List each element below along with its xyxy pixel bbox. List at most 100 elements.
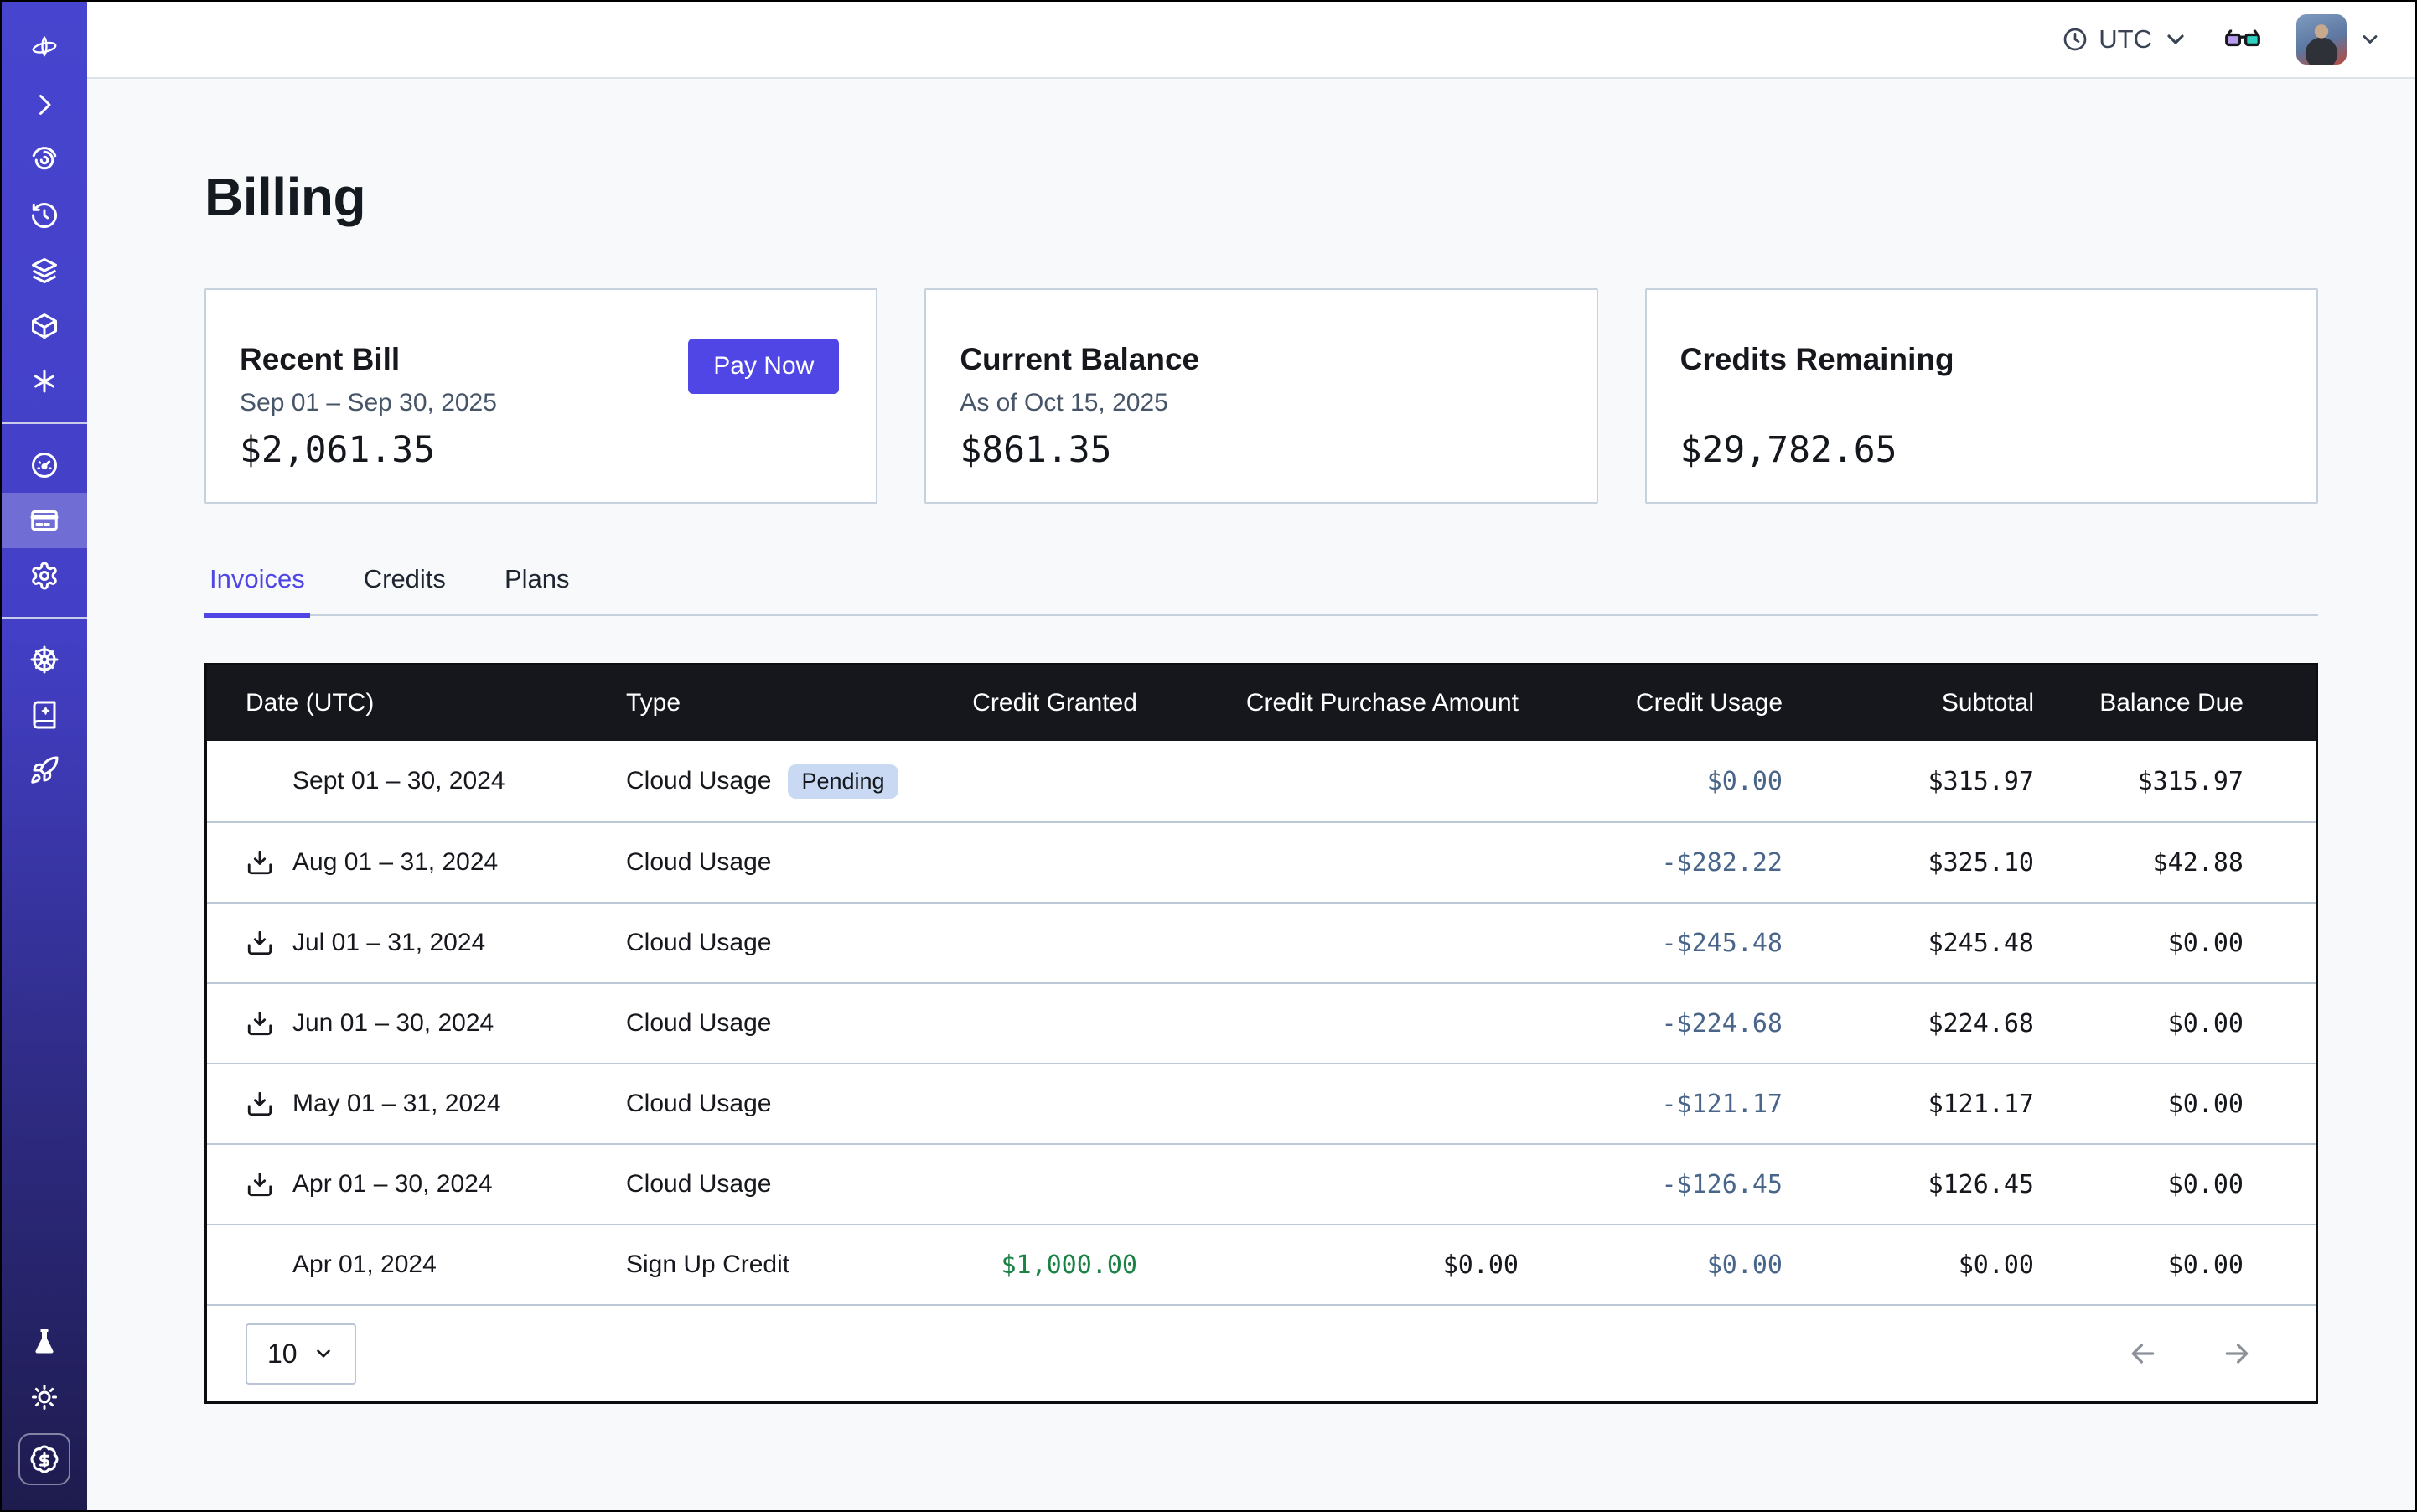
table-row: Sept 01 – 30, 2024 Cloud Usage Pending $… <box>207 741 2316 821</box>
glasses-icon <box>2224 21 2261 58</box>
cell-balance-due: $42.88 <box>2034 848 2244 878</box>
cell-subtotal: $0.00 <box>1783 1251 2034 1280</box>
column-header-balance-due: Balance Due <box>2034 689 2244 717</box>
invoice-date: Apr 01 – 30, 2024 <box>292 1170 493 1199</box>
cell-subtotal: $325.10 <box>1783 848 2034 878</box>
invoice-date-cell: Aug 01 – 31, 2024 <box>207 848 626 877</box>
sun-icon <box>29 1382 60 1412</box>
page-size-value: 10 <box>267 1339 298 1370</box>
download-icon[interactable] <box>246 848 274 877</box>
gauge-icon <box>29 450 60 480</box>
cell-subtotal: $224.68 <box>1783 1009 2034 1038</box>
download-icon[interactable] <box>246 1170 274 1199</box>
pay-now-button[interactable]: Pay Now <box>688 339 839 394</box>
card-title: Credits Remaining <box>1680 342 2283 377</box>
invoice-type: Sign Up Credit <box>626 1251 789 1279</box>
sidebar-item-credits[interactable] <box>18 1433 70 1485</box>
cell-credit-usage: -$245.48 <box>1519 929 1783 958</box>
cube-icon <box>29 311 60 341</box>
sidebar-item-docs[interactable] <box>2 687 87 743</box>
cell-subtotal: $121.17 <box>1783 1090 2034 1119</box>
download-icon[interactable] <box>246 929 274 957</box>
billing-tabs: Invoices Credits Plans <box>204 559 2318 616</box>
sidebar-item-integrations[interactable] <box>2 354 87 409</box>
sidebar-divider <box>2 617 87 619</box>
page-title: Billing <box>204 166 2318 228</box>
cell-credit-usage: -$126.45 <box>1519 1170 1783 1199</box>
invoice-date-cell: Jul 01 – 31, 2024 <box>207 929 626 957</box>
cell-balance-due: $0.00 <box>2034 1090 2244 1119</box>
invoice-type: Cloud Usage <box>626 1170 771 1199</box>
recent-bill-card: Recent Bill Sep 01 – Sep 30, 2025 $2,061… <box>204 288 877 504</box>
reader-mode-button[interactable] <box>2224 21 2261 58</box>
chevron-down-icon <box>2358 28 2382 51</box>
invoice-date: Apr 01, 2024 <box>292 1251 437 1279</box>
sidebar-item-billing[interactable] <box>2 493 87 548</box>
sidebar-item-settings[interactable] <box>2 548 87 603</box>
layers-icon <box>29 256 60 286</box>
invoice-type-cell: Cloud Usage <box>626 1009 928 1038</box>
status-badge: Pending <box>788 764 898 799</box>
column-header-type: Type <box>626 689 928 717</box>
column-header-credit-granted: Credit Granted <box>928 689 1137 717</box>
chevron-right-icon <box>29 90 60 120</box>
chevron-down-icon <box>313 1343 334 1364</box>
invoice-type: Cloud Usage <box>626 1090 771 1118</box>
timezone-selector[interactable]: UTC <box>2062 24 2189 54</box>
sidebar-item-services[interactable] <box>2 298 87 354</box>
download-icon[interactable] <box>246 1090 274 1118</box>
docs-icon <box>29 700 60 730</box>
invoice-type-cell: Cloud Usage <box>626 929 928 957</box>
invoice-date: Jul 01 – 31, 2024 <box>292 929 485 957</box>
spiral-icon <box>29 145 60 175</box>
invoice-type: Cloud Usage <box>626 767 771 795</box>
sidebar-item-getting-started[interactable] <box>2 743 87 798</box>
cell-balance-due: $315.97 <box>2034 767 2244 796</box>
cell-subtotal: $245.48 <box>1783 929 2034 958</box>
sidebar-item-labs[interactable] <box>2 1314 87 1370</box>
cell-credit-usage: -$282.22 <box>1519 848 1783 878</box>
column-header-credit-usage: Credit Usage <box>1519 689 1783 717</box>
arrow-left-icon[interactable] <box>2126 1337 2160 1370</box>
cell-credit-usage: $0.00 <box>1519 767 1783 796</box>
sidebar-item-layers[interactable] <box>2 243 87 298</box>
credits-remaining-card: Credits Remaining $29,782.65 <box>1645 288 2318 504</box>
invoice-rows: Sept 01 – 30, 2024 Cloud Usage Pending $… <box>207 741 2316 1304</box>
download-icon[interactable] <box>246 1009 274 1038</box>
account-menu[interactable] <box>2296 14 2382 65</box>
recent-bill-amount: $2,061.35 <box>240 429 435 471</box>
billing-icon <box>29 505 60 536</box>
sidebar-item-expand[interactable] <box>2 77 87 132</box>
sidebar <box>2 2 87 1510</box>
gear-icon <box>29 561 60 591</box>
table-row: May 01 – 31, 2024 Cloud Usage -$121.17 $… <box>207 1063 2316 1143</box>
invoice-type-cell: Sign Up Credit <box>626 1251 928 1279</box>
sidebar-item-history[interactable] <box>2 188 87 243</box>
tab-credits[interactable]: Credits <box>359 559 451 614</box>
cell-credit-purchase: $0.00 <box>1137 1251 1519 1280</box>
chevron-down-icon <box>2162 26 2189 53</box>
column-header-subtotal: Subtotal <box>1783 689 2034 717</box>
page-size-select[interactable]: 10 <box>246 1323 356 1385</box>
table-row: Jun 01 – 30, 2024 Cloud Usage -$224.68 $… <box>207 982 2316 1063</box>
arrow-right-icon[interactable] <box>2220 1337 2254 1370</box>
column-header-credit-purchase: Credit Purchase Amount <box>1137 689 1519 717</box>
invoice-date: Jun 01 – 30, 2024 <box>292 1009 494 1038</box>
topbar: UTC <box>87 2 2415 79</box>
logo[interactable] <box>2 22 87 77</box>
invoice-date-cell: Apr 01 – 30, 2024 <box>207 1170 626 1199</box>
invoice-type-cell: Cloud Usage <box>626 1170 928 1199</box>
sidebar-item-monitoring[interactable] <box>2 132 87 188</box>
cell-subtotal: $315.97 <box>1783 767 2034 796</box>
current-balance-card: Current Balance As of Oct 15, 2025 $861.… <box>924 288 1597 504</box>
sidebar-item-support[interactable] <box>2 632 87 687</box>
tab-invoices[interactable]: Invoices <box>204 559 310 614</box>
sidebar-item-theme-toggle[interactable] <box>2 1370 87 1425</box>
user-avatar <box>2296 14 2347 65</box>
tab-plans[interactable]: Plans <box>499 559 575 614</box>
invoices-table: Date (UTC) Type Credit Granted Credit Pu… <box>204 663 2318 1404</box>
table-row: Apr 01 – 30, 2024 Cloud Usage -$126.45 $… <box>207 1143 2316 1224</box>
sidebar-item-usage[interactable] <box>2 438 87 493</box>
invoice-type: Cloud Usage <box>626 1009 771 1038</box>
main-area: UTC Billing <box>87 2 2415 1510</box>
